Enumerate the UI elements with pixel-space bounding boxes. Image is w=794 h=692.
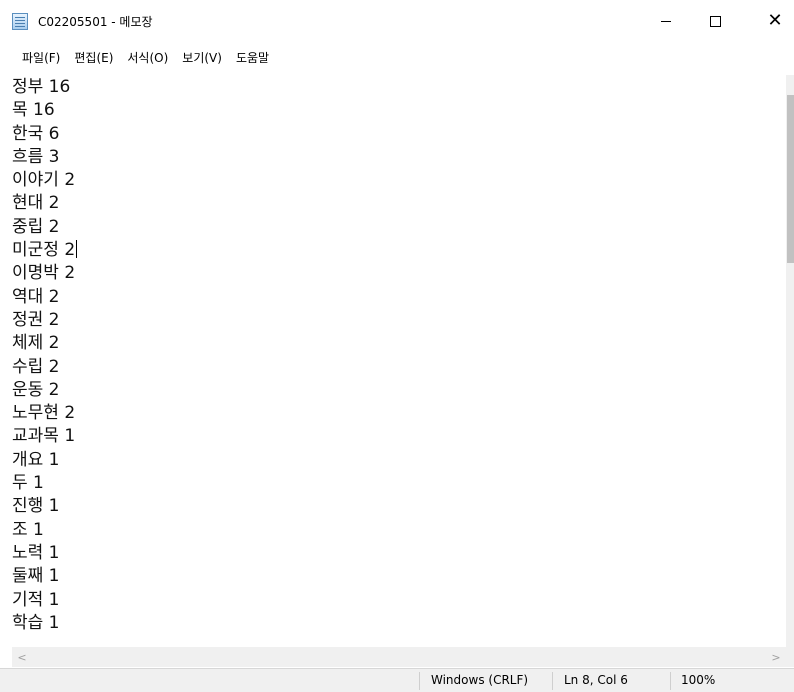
text-line: 조 1: [12, 519, 44, 540]
text-line: 교과목 1: [12, 426, 76, 447]
window-title: C02205501 - 메모장: [38, 15, 153, 29]
status-separator: [552, 672, 553, 690]
text-line: 노무현 2: [12, 403, 76, 424]
text-line: 노력 1: [12, 542, 60, 563]
text-line: 수립 2: [12, 356, 60, 377]
text-line: 목 16: [12, 100, 55, 121]
status-separator: [419, 672, 420, 690]
text-line: 정부 16: [12, 77, 71, 97]
close-icon: ✕: [767, 10, 783, 31]
scroll-right-icon[interactable]: >: [768, 649, 784, 665]
text-line-current: 미군정 2: [12, 239, 788, 262]
minimize-button[interactable]: [643, 0, 689, 42]
text-line: 현대 2: [12, 193, 60, 214]
text-line: 체제 2: [12, 333, 60, 354]
notepad-window: C02205501 - 메모장 ✕ 파일(F) 편집(E) 서식(O) 보기(V…: [0, 0, 794, 692]
maximize-button[interactable]: [692, 0, 738, 42]
line-ending-status: Windows (CRLF): [431, 673, 529, 687]
zoom-status: 100%: [681, 673, 716, 687]
text-line: 흐름 3: [12, 146, 60, 167]
menu-format[interactable]: 서식(O): [120, 49, 175, 66]
status-bar: Windows (CRLF) Ln 8, Col 6 100%: [0, 668, 794, 692]
menu-help[interactable]: 도움말: [229, 49, 276, 66]
text-line: 진행 1: [12, 496, 60, 517]
maximize-icon: [709, 15, 721, 27]
cursor-position-status: Ln 8, Col 6: [564, 673, 628, 687]
scroll-left-icon[interactable]: <: [14, 649, 30, 665]
horizontal-scrollbar[interactable]: [12, 647, 786, 667]
vertical-scroll-thumb[interactable]: [787, 95, 794, 263]
minimize-icon: [661, 20, 671, 22]
text-line: 중립 2: [12, 216, 60, 237]
text-line: 이명박 2: [12, 263, 76, 284]
text-line: 운동 2: [12, 379, 60, 400]
text-line: 두 1: [12, 473, 44, 494]
menu-edit[interactable]: 편집(E): [67, 49, 120, 66]
title-bar[interactable]: C02205501 - 메모장 ✕: [0, 0, 794, 42]
text-editor[interactable]: 정부 16 목 16 한국 6 흐름 3 이야기 2 현대 2 중립 2 미군정…: [12, 76, 788, 646]
menu-bar: 파일(F) 편집(E) 서식(O) 보기(V) 도움말: [0, 46, 794, 68]
text-line: 개요 1: [12, 449, 60, 470]
notepad-icon: [12, 13, 28, 30]
menu-view[interactable]: 보기(V): [175, 49, 229, 66]
text-line: 정권 2: [12, 309, 60, 330]
scrollbar-corner: [786, 647, 794, 667]
text-line: 이야기 2: [12, 170, 76, 191]
text-caret: [76, 240, 78, 259]
current-line-text: 미군정 2: [12, 240, 76, 261]
text-line: 둘째 1: [12, 566, 60, 587]
menu-file[interactable]: 파일(F): [0, 49, 67, 66]
text-line: 역대 2: [12, 286, 60, 307]
text-line: 학습 1: [12, 612, 60, 633]
text-line: 한국 6: [12, 123, 60, 144]
status-separator: [670, 672, 671, 690]
close-button[interactable]: ✕: [752, 0, 794, 42]
text-line: 기적 1: [12, 589, 60, 610]
